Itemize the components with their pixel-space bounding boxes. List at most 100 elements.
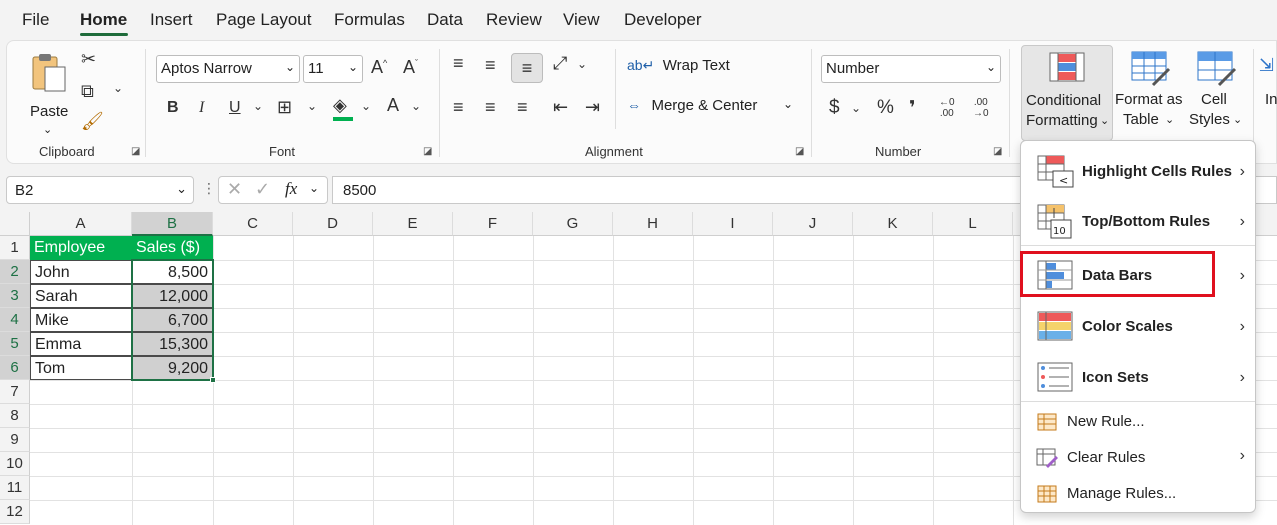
dialog-launcher-icon[interactable]: ◪ bbox=[131, 146, 140, 157]
menu-page-layout[interactable]: Page Layout bbox=[216, 10, 311, 30]
chevron-down-icon[interactable]: ⌄ bbox=[253, 99, 263, 113]
table-cell-name[interactable]: Tom bbox=[30, 356, 132, 380]
menu-highlight-cells-rules[interactable]: < Highlight Cells Rules › bbox=[1021, 149, 1255, 195]
align-center-icon[interactable]: ≡ bbox=[485, 97, 496, 118]
row-header-2[interactable]: 2 bbox=[0, 260, 30, 284]
paste-button[interactable]: Paste ⌄ bbox=[27, 51, 73, 136]
row-header-3[interactable]: 3 bbox=[0, 284, 30, 308]
row-header-1[interactable]: 1 bbox=[0, 236, 30, 260]
currency-icon[interactable]: $ bbox=[829, 97, 840, 119]
row-header-8[interactable]: 8 bbox=[0, 404, 30, 428]
table-header-sales[interactable]: Sales ($) bbox=[132, 236, 213, 260]
table-cell-name[interactable]: John bbox=[30, 260, 132, 284]
menu-data[interactable]: Data bbox=[427, 10, 463, 30]
row-header-9[interactable]: 9 bbox=[0, 428, 30, 452]
font-name-select[interactable]: Aptos Narrow ⌄ bbox=[156, 55, 300, 83]
table-cell-sales[interactable]: 9,200 bbox=[132, 356, 213, 380]
col-header-c[interactable]: C bbox=[213, 212, 293, 236]
select-all-corner[interactable] bbox=[0, 212, 30, 236]
chevron-down-icon[interactable]: ⌄ bbox=[307, 99, 317, 113]
cell-styles-button[interactable]: Cell Styles ⌄ bbox=[1189, 45, 1245, 141]
align-bottom-icon[interactable]: ≡ bbox=[511, 53, 543, 83]
chevron-down-icon[interactable]: ⌄ bbox=[577, 57, 587, 71]
increase-font-icon[interactable]: A^ bbox=[371, 57, 387, 78]
fill-handle[interactable] bbox=[210, 377, 216, 383]
menu-manage-rules[interactable]: Manage Rules... bbox=[1021, 479, 1255, 513]
row-header-5[interactable]: 5 bbox=[0, 332, 30, 356]
decrease-font-icon[interactable]: Aˇ bbox=[403, 57, 418, 78]
insert-cells-icon[interactable]: ⇲ bbox=[1259, 55, 1274, 76]
table-cell-sales-active[interactable]: 8,500 bbox=[132, 260, 213, 284]
col-header-h[interactable]: H bbox=[613, 212, 693, 236]
number-format-select[interactable]: Number ⌄ bbox=[821, 55, 1001, 83]
format-painter-icon[interactable]: 🖌 bbox=[81, 111, 104, 132]
italic-icon[interactable]: I bbox=[199, 99, 204, 117]
table-cell-name[interactable]: Emma bbox=[30, 332, 132, 356]
menu-new-rule[interactable]: New Rule... bbox=[1021, 407, 1255, 441]
name-box[interactable]: B2 ⌄ bbox=[6, 176, 194, 204]
menu-formulas[interactable]: Formulas bbox=[334, 10, 405, 30]
col-header-k[interactable]: K bbox=[853, 212, 933, 236]
col-header-i[interactable]: I bbox=[693, 212, 773, 236]
row-header-11[interactable]: 11 bbox=[0, 476, 30, 500]
fill-color-icon[interactable]: ◈ bbox=[333, 95, 347, 116]
col-header-a[interactable]: A bbox=[30, 212, 132, 236]
menu-insert[interactable]: Insert bbox=[150, 10, 193, 30]
font-size-select[interactable]: 11 ⌄ bbox=[303, 55, 363, 83]
dialog-launcher-icon[interactable]: ◪ bbox=[423, 146, 432, 157]
col-header-g[interactable]: G bbox=[533, 212, 613, 236]
menu-home[interactable]: Home bbox=[80, 10, 127, 30]
menu-top-bottom-rules[interactable]: 10 Top/Bottom Rules › bbox=[1021, 199, 1255, 245]
align-middle-icon[interactable]: ≡ bbox=[485, 55, 496, 76]
cut-icon[interactable]: ✂ bbox=[81, 49, 96, 70]
decrease-decimal-icon[interactable]: .00 →0 bbox=[973, 97, 989, 119]
conditional-formatting-button[interactable]: Conditional Formatting ⌄ bbox=[1021, 45, 1113, 141]
menu-icon-sets[interactable]: Icon Sets › bbox=[1021, 355, 1255, 401]
table-cell-name[interactable]: Sarah bbox=[30, 284, 132, 308]
orientation-icon[interactable]: ⤢ bbox=[553, 53, 567, 74]
col-header-l[interactable]: L bbox=[933, 212, 1013, 236]
row-header-12[interactable]: 12 bbox=[0, 500, 30, 524]
percent-icon[interactable]: % bbox=[877, 97, 894, 119]
menu-view[interactable]: View bbox=[563, 10, 600, 30]
menu-clear-rules[interactable]: Clear Rules › bbox=[1021, 443, 1255, 477]
copy-icon[interactable]: ⧉ bbox=[81, 81, 94, 102]
dialog-launcher-icon[interactable]: ◪ bbox=[993, 146, 1002, 157]
align-right-icon[interactable]: ≡ bbox=[517, 97, 528, 118]
table-cell-name[interactable]: Mike bbox=[30, 308, 132, 332]
cancel-icon[interactable]: ✕ bbox=[227, 179, 242, 200]
col-header-f[interactable]: F bbox=[453, 212, 533, 236]
row-header-7[interactable]: 7 bbox=[0, 380, 30, 404]
insert-function-icon[interactable]: fx bbox=[285, 179, 297, 199]
table-cell-sales[interactable]: 6,700 bbox=[132, 308, 213, 332]
increase-indent-icon[interactable]: ⇥ bbox=[585, 97, 600, 118]
format-as-table-button[interactable]: Format as Table ⌄ bbox=[1115, 45, 1187, 141]
row-header-6[interactable]: 6 bbox=[0, 356, 30, 380]
underline-icon[interactable]: U bbox=[229, 99, 241, 117]
dialog-launcher-icon[interactable]: ◪ bbox=[795, 146, 804, 157]
row-header-10[interactable]: 10 bbox=[0, 452, 30, 476]
menu-developer[interactable]: Developer bbox=[624, 10, 702, 30]
col-header-d[interactable]: D bbox=[293, 212, 373, 236]
menu-review[interactable]: Review bbox=[486, 10, 542, 30]
decrease-indent-icon[interactable]: ⇤ bbox=[553, 97, 568, 118]
col-header-b[interactable]: B bbox=[132, 212, 213, 236]
bold-icon[interactable]: B bbox=[167, 99, 179, 117]
more-options-icon[interactable]: ⋮ bbox=[202, 180, 216, 197]
chevron-down-icon[interactable]: ⌄ bbox=[113, 81, 123, 95]
row-header-4[interactable]: 4 bbox=[0, 308, 30, 332]
wrap-text-button[interactable]: ab↵ Wrap Text bbox=[627, 57, 730, 81]
table-header-employee[interactable]: Employee bbox=[30, 236, 132, 260]
font-color-icon[interactable]: A bbox=[387, 95, 399, 116]
chevron-down-icon[interactable]: ⌄ bbox=[309, 181, 319, 195]
table-cell-sales[interactable]: 15,300 bbox=[132, 332, 213, 356]
align-top-icon[interactable]: ≡ bbox=[453, 53, 464, 74]
menu-file[interactable]: File bbox=[22, 10, 49, 30]
comma-style-icon[interactable]: ❜ bbox=[909, 97, 916, 120]
enter-icon[interactable]: ✓ bbox=[255, 179, 270, 200]
align-left-icon[interactable]: ≡ bbox=[453, 97, 464, 118]
table-cell-sales[interactable]: 12,000 bbox=[132, 284, 213, 308]
borders-icon[interactable]: ⊞ bbox=[277, 97, 292, 118]
chevron-down-icon[interactable]: ⌄ bbox=[361, 99, 371, 113]
merge-center-button[interactable]: ⇔ Merge & Center ⌄ bbox=[627, 97, 793, 121]
